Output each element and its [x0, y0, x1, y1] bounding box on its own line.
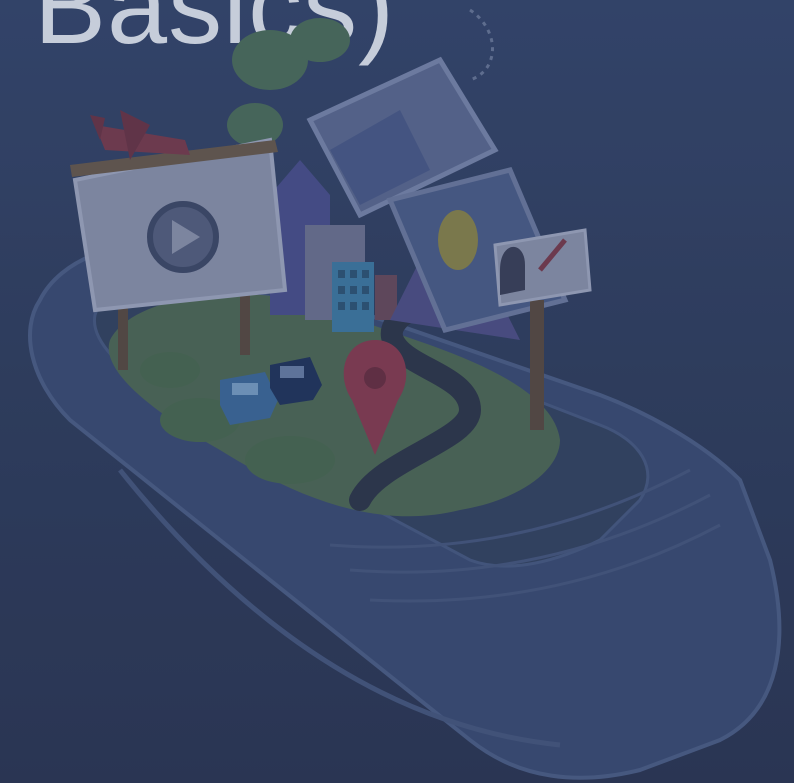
- dim-overlay: [0, 0, 794, 783]
- phone-world-illustration: [0, 0, 794, 783]
